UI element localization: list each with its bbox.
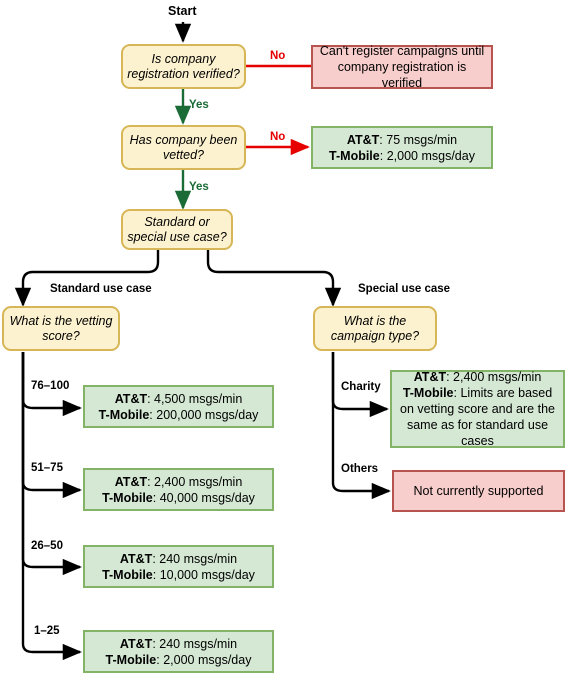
carrier-tmobile-label: T-Mobile	[105, 652, 157, 667]
result-score-1-25[interactable]: AT&T: 240 msgs/min T-Mobile: 2,000 msgs/…	[83, 630, 274, 673]
carrier-tmobile-label: T-Mobile	[402, 386, 454, 400]
decision-company-registration-verified[interactable]: Is company registration verified?	[121, 44, 246, 89]
edge-label-score-26-50: 26–50	[31, 540, 63, 552]
result-others-not-supported-label: Not currently supported	[413, 484, 544, 498]
carrier-att-label: AT&T	[346, 132, 380, 147]
carrier-att-label: AT&T	[413, 370, 447, 384]
edge-label-no-vetted: No	[270, 131, 286, 143]
edge-label-score-76-100: 76–100	[31, 380, 70, 392]
result-score-76-100[interactable]: AT&T: 4,500 msgs/min T-Mobile: 200,000 m…	[83, 385, 274, 428]
decision-campaign-type[interactable]: What is the campaign type?	[313, 306, 437, 351]
edge-label-yes-registration: Yes	[189, 99, 209, 111]
result-not-vetted-limits-text: AT&T: 75 msgs/min T-Mobile: 2,000 msgs/d…	[313, 132, 491, 164]
result-score-51-75[interactable]: AT&T: 2,400 msgs/min T-Mobile: 40,000 ms…	[83, 468, 274, 511]
flowchart-canvas: Start Is company registration verified? …	[0, 0, 573, 673]
carrier-tmobile-value: : 10,000 msgs/day	[152, 567, 255, 582]
decision-vetting-score[interactable]: What is the vetting score?	[2, 306, 120, 351]
carrier-att-value: : 240 msgs/min	[152, 636, 238, 651]
carrier-tmobile-label: T-Mobile	[102, 490, 153, 505]
edge-label-charity: Charity	[341, 381, 381, 393]
decision-company-vetted[interactable]: Has company been vetted?	[121, 125, 246, 170]
decision-company-registration-verified-label: Is company registration verified?	[127, 51, 240, 81]
carrier-tmobile-label: T-Mobile	[329, 148, 380, 163]
decision-standard-or-special-use-case[interactable]: Standard or special use case?	[121, 209, 233, 250]
result-score-26-50-text: AT&T: 240 msgs/min T-Mobile: 10,000 msgs…	[85, 551, 272, 583]
result-not-vetted-limits[interactable]: AT&T: 75 msgs/min T-Mobile: 2,000 msgs/d…	[311, 126, 493, 169]
edge-label-score-51-75: 51–75	[31, 462, 63, 474]
carrier-att-label: AT&T	[119, 551, 153, 566]
result-others-not-supported[interactable]: Not currently supported	[392, 470, 565, 512]
carrier-tmobile-value: : 2,000 msgs/day	[156, 652, 252, 667]
carrier-tmobile-label: T-Mobile	[102, 567, 153, 582]
carrier-att-label: AT&T	[119, 636, 153, 651]
result-cannot-register[interactable]: Can't register campaigns until company r…	[311, 44, 493, 90]
result-charity-limits[interactable]: AT&T: 2,400 msgs/min T-Mobile: Limits ar…	[390, 370, 565, 448]
decision-company-vetted-label: Has company been vetted?	[129, 132, 238, 162]
carrier-tmobile-value: : 40,000 msgs/day	[152, 490, 255, 505]
edge-label-standard-use-case: Standard use case	[50, 283, 152, 295]
result-charity-limits-text: AT&T: 2,400 msgs/min T-Mobile: Limits ar…	[392, 369, 563, 449]
result-score-76-100-text: AT&T: 4,500 msgs/min T-Mobile: 200,000 m…	[85, 391, 272, 423]
decision-vetting-score-label: What is the vetting score?	[9, 313, 113, 343]
carrier-att-value: : 2,400 msgs/min	[147, 474, 243, 489]
edge-label-yes-vetted: Yes	[189, 181, 209, 193]
edge-label-special-use-case: Special use case	[358, 283, 451, 295]
edge-label-others: Others	[341, 463, 379, 475]
carrier-att-label: AT&T	[114, 391, 148, 406]
carrier-att-label: AT&T	[114, 474, 148, 489]
carrier-att-value: : 4,500 msgs/min	[147, 391, 243, 406]
edge-label-no-registration: No	[270, 50, 286, 62]
result-cannot-register-label: Can't register campaigns until company r…	[319, 44, 485, 90]
carrier-tmobile-value: : 200,000 msgs/day	[149, 407, 259, 422]
result-score-1-25-text: AT&T: 240 msgs/min T-Mobile: 2,000 msgs/…	[85, 636, 272, 668]
carrier-att-value: : 2,400 msgs/min	[446, 370, 542, 384]
carrier-tmobile-label: T-Mobile	[98, 407, 150, 422]
carrier-tmobile-value: : 2,000 msgs/day	[379, 148, 475, 163]
edge-label-score-1-25: 1–25	[34, 625, 60, 637]
result-score-51-75-text: AT&T: 2,400 msgs/min T-Mobile: 40,000 ms…	[85, 474, 272, 506]
carrier-att-value: : 240 msgs/min	[152, 551, 238, 566]
carrier-att-value: : 75 msgs/min	[379, 132, 458, 147]
result-score-26-50[interactable]: AT&T: 240 msgs/min T-Mobile: 10,000 msgs…	[83, 545, 274, 588]
start-label: Start	[168, 4, 197, 18]
decision-standard-or-special-use-case-label: Standard or special use case?	[127, 214, 227, 244]
decision-campaign-type-label: What is the campaign type?	[330, 313, 420, 343]
